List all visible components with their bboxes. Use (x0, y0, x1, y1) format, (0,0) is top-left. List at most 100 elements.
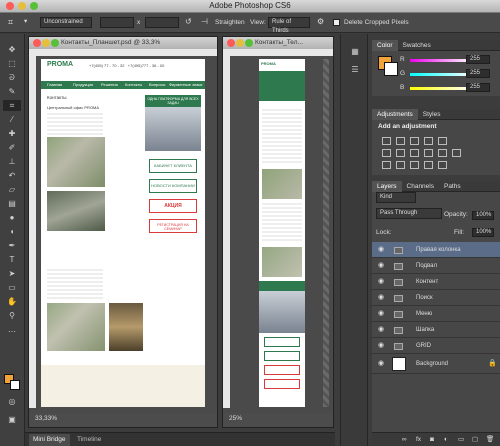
delete-cropped-checkbox[interactable] (333, 19, 340, 26)
doc2-zoom-level[interactable]: 25% (229, 415, 242, 422)
move-tool-icon[interactable]: ✥ (3, 44, 21, 55)
layer-row[interactable]: ◉ Контент (372, 274, 500, 290)
crop-preset-select[interactable]: Unconstrained (40, 17, 92, 28)
exposure-icon[interactable] (424, 137, 433, 145)
marquee-tool-icon[interactable]: ⬚ (3, 58, 21, 69)
lasso-tool-icon[interactable]: ᘐ (3, 72, 21, 83)
tab-mini-bridge[interactable]: Mini Bridge (29, 434, 70, 446)
layer-visibility-eye-icon[interactable]: ◉ (378, 322, 384, 338)
background-color-swatch[interactable] (10, 380, 20, 390)
type-tool-icon[interactable]: T (3, 254, 21, 265)
color-lookup-icon[interactable] (452, 149, 461, 157)
mobile-map[interactable] (262, 169, 302, 199)
doc2-title-bar[interactable]: Контакты_Тел... (223, 37, 333, 49)
photo-filter-icon[interactable] (424, 149, 433, 157)
layer-row[interactable]: ◉ Шапка (372, 322, 500, 338)
crop-tool-icon[interactable]: ⌗ (8, 18, 13, 27)
mobile-map-2[interactable] (262, 247, 302, 277)
pen-tool-icon[interactable]: ✒ (3, 240, 21, 251)
layer-visibility-eye-icon[interactable]: ◉ (378, 258, 384, 274)
delete-layer-icon[interactable]: 🗑 (486, 436, 494, 444)
overlay-view-select[interactable]: Rule of Thirds (268, 17, 310, 34)
color-balance-icon[interactable] (396, 149, 405, 157)
background-layer-row[interactable]: ◉ Background 🔒 (372, 354, 500, 374)
crop-width-input[interactable] (100, 17, 134, 28)
layer-visibility-eye-icon[interactable]: ◉ (378, 290, 384, 306)
mobile-action-button[interactable] (264, 365, 300, 375)
blend-mode-select[interactable]: Pass Through (376, 208, 442, 219)
history-panel-icon[interactable]: ▦ (346, 46, 364, 57)
eyedropper-tool-icon[interactable]: ⁄ (3, 114, 21, 125)
hand-tool-icon[interactable]: ✋ (3, 296, 21, 307)
layer-row[interactable]: ◉ GRID (372, 338, 500, 354)
layer-visibility-eye-icon[interactable]: ◉ (378, 354, 384, 374)
threshold-icon[interactable] (410, 161, 419, 169)
doc1-title-bar[interactable]: Контакты_Планшет.psd @ 33,3% (29, 37, 217, 49)
crop-height-input[interactable] (145, 17, 179, 28)
invert-icon[interactable] (382, 161, 391, 169)
mobile-news-button[interactable] (264, 351, 300, 361)
layer-row[interactable]: ◉ Поиск (372, 290, 500, 306)
document-window-2[interactable]: Контакты_Тел... PROMA 25% (222, 36, 334, 428)
fill-input[interactable]: 100% (472, 228, 494, 237)
straighten-button[interactable]: Straighten (215, 19, 245, 27)
eraser-tool-icon[interactable]: ▱ (3, 184, 21, 195)
channel-mixer-icon[interactable] (438, 149, 447, 157)
tab-paths[interactable]: Paths (439, 181, 466, 192)
document-window-1[interactable]: Контакты_Планшет.psd @ 33,3% PROMA +7(49… (28, 36, 218, 428)
properties-panel-icon[interactable]: ☰ (346, 64, 364, 75)
b-value-input[interactable]: 255 (466, 83, 490, 92)
promo-action-button[interactable]: АКЦИЯ (149, 199, 197, 213)
layer-row-selected[interactable]: ◉ Правая колонка (372, 242, 500, 258)
doc1-canvas[interactable]: PROMA +7(495) 77 - 70 - 32 +7(495)777 - … (41, 59, 205, 407)
path-selection-tool-icon[interactable]: ➤ (3, 268, 21, 279)
g-slider[interactable] (410, 73, 472, 76)
crop-tool-icon[interactable]: ⌗ (3, 100, 21, 111)
screen-mode-icon[interactable]: ▣ (3, 414, 21, 425)
color-background-swatch[interactable] (384, 62, 398, 76)
zoom-tool-icon[interactable]: ⚲ (3, 310, 21, 321)
layer-row[interactable]: ◉ Меню (372, 306, 500, 322)
tab-timeline[interactable]: Timeline (73, 434, 105, 446)
doc2-zoom-button[interactable] (245, 39, 253, 47)
layer-visibility-eye-icon[interactable]: ◉ (378, 338, 384, 354)
doc2-canvas[interactable]: PROMA (259, 59, 305, 407)
levels-icon[interactable] (396, 137, 405, 145)
more-tools-icon[interactable]: ⋯ (3, 326, 21, 337)
crop-settings-gear-icon[interactable]: ⚙ (317, 18, 324, 26)
mobile-cabinet-button[interactable] (264, 337, 300, 347)
quick-selection-tool-icon[interactable]: ✎ (3, 86, 21, 97)
clone-stamp-tool-icon[interactable]: ⊥ (3, 156, 21, 167)
posterize-icon[interactable] (396, 161, 405, 169)
brush-tool-icon[interactable]: ✐ (3, 142, 21, 153)
new-layer-icon[interactable]: ▢ (472, 436, 478, 444)
g-value-input[interactable]: 255 (466, 69, 490, 78)
tab-layers[interactable]: Layers (372, 181, 402, 192)
adjustment-layer-icon[interactable]: ◐ (444, 436, 448, 444)
layer-style-icon[interactable]: fx (416, 436, 421, 444)
r-value-input[interactable]: 255 (466, 55, 490, 64)
quick-mask-icon[interactable]: ◎ (3, 396, 21, 407)
vibrance-icon[interactable] (438, 137, 447, 145)
healing-brush-tool-icon[interactable]: ✚ (3, 128, 21, 139)
doc1-zoom-button[interactable] (51, 39, 59, 47)
tab-styles[interactable]: Styles (418, 109, 446, 120)
layer-row[interactable]: ◉ Подвал (372, 258, 500, 274)
tab-swatches[interactable]: Swatches (398, 40, 436, 51)
doc2-minimize-button[interactable] (236, 39, 244, 47)
b-slider[interactable] (410, 87, 472, 90)
crop-preset-chevron-icon[interactable]: ▾ (24, 18, 27, 26)
r-slider[interactable] (410, 59, 472, 62)
mobile-seminar-button[interactable] (264, 379, 300, 389)
layer-visibility-eye-icon[interactable]: ◉ (378, 242, 384, 258)
tab-channels[interactable]: Channels (402, 181, 439, 192)
black-white-icon[interactable] (410, 149, 419, 157)
brightness-contrast-icon[interactable] (382, 137, 391, 145)
doc1-close-button[interactable] (33, 39, 41, 47)
doc1-zoom-level[interactable]: 33,33% (35, 415, 57, 422)
gradient-map-icon[interactable] (424, 161, 433, 169)
office-map[interactable] (47, 137, 105, 187)
gradient-tool-icon[interactable]: ▤ (3, 198, 21, 209)
tab-color[interactable]: Color (372, 40, 398, 51)
shape-tool-icon[interactable]: ▭ (3, 282, 21, 293)
